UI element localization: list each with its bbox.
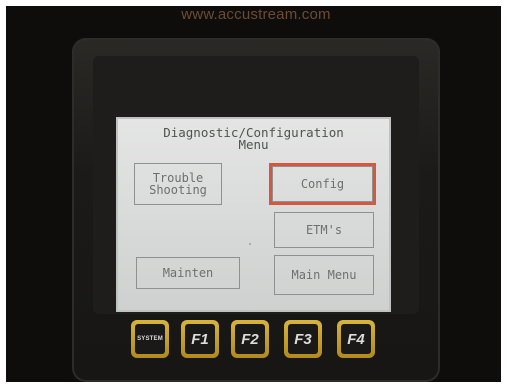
config-button[interactable]: Config (269, 163, 376, 205)
system-key-label: SYSTEM (135, 324, 165, 354)
f1-key-label: F1 (185, 324, 215, 354)
trouble-shooting-button[interactable]: Trouble Shooting (134, 163, 222, 205)
f3-key[interactable]: F3 (284, 320, 322, 358)
watermark-text: www.accustream.com (181, 9, 331, 21)
f3-key-label: F3 (288, 324, 318, 354)
f4-key[interactable]: F4 (337, 320, 375, 358)
system-key[interactable]: SYSTEM (131, 320, 169, 358)
function-key-row: SYSTEM F1 F2 F3 F4 (131, 320, 375, 360)
touch-screen: Diagnostic/Configuration Menu Trouble Sh… (116, 117, 391, 312)
screen-speck (249, 243, 251, 245)
f4-key-label: F4 (341, 324, 371, 354)
f2-key[interactable]: F2 (231, 320, 269, 358)
main-menu-button[interactable]: Main Menu (274, 255, 374, 295)
f2-key-label: F2 (235, 324, 265, 354)
etms-button[interactable]: ETM's (274, 212, 374, 248)
mainten-button[interactable]: Mainten (136, 257, 240, 289)
f1-key[interactable]: F1 (181, 320, 219, 358)
menu-title: Diagnostic/Configuration Menu (163, 125, 344, 152)
